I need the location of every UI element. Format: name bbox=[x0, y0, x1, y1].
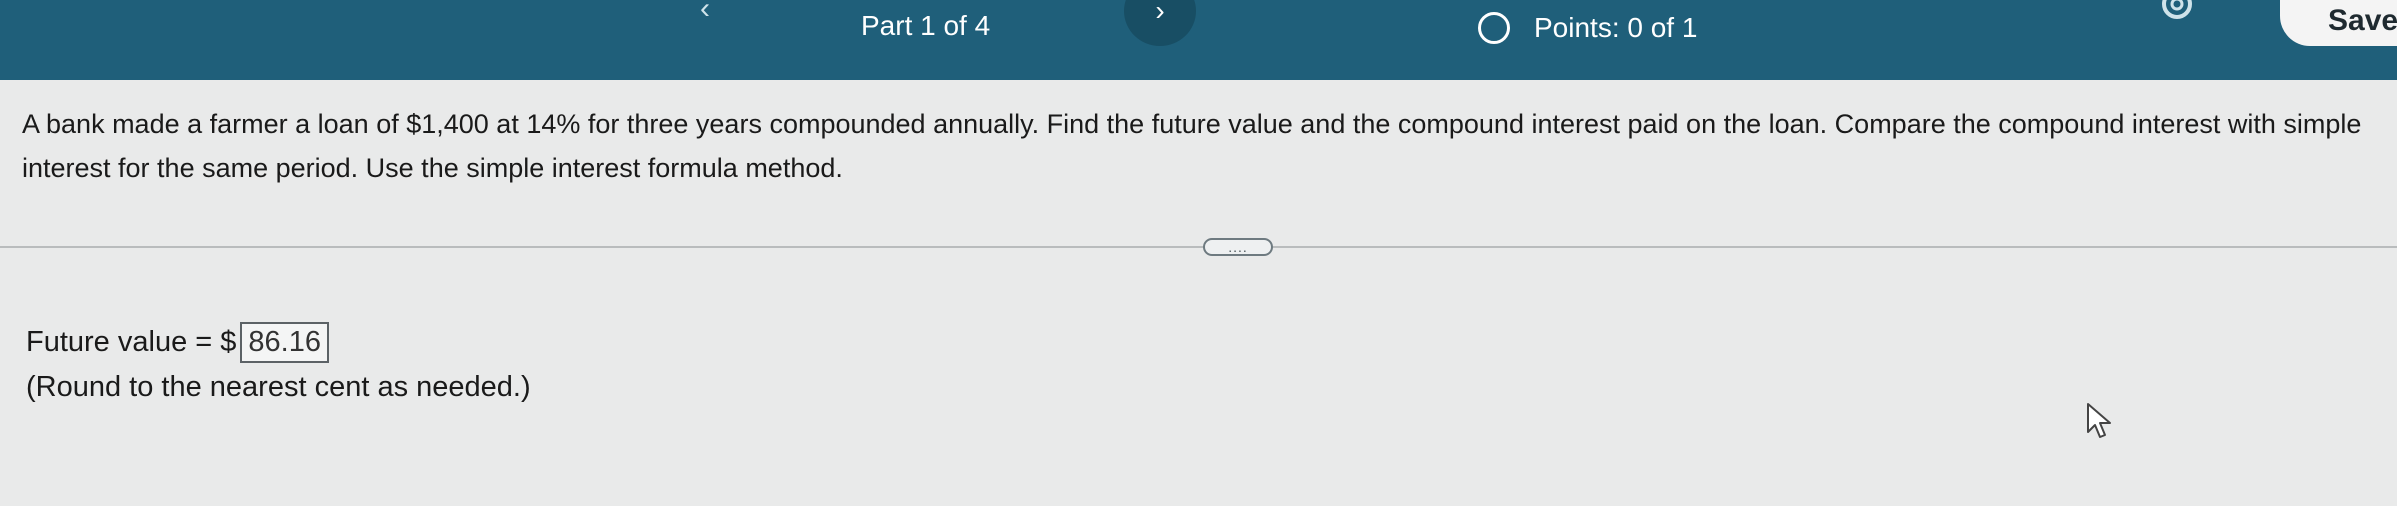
question-text: A bank made a farmer a loan of $1,400 at… bbox=[22, 109, 2362, 183]
expand-more-button[interactable]: .... bbox=[1203, 238, 1273, 256]
save-button[interactable]: Save bbox=[2280, 0, 2397, 46]
next-part-button[interactable]: › bbox=[1124, 0, 1196, 46]
chevron-right-icon: › bbox=[1155, 0, 1165, 26]
chevron-left-icon[interactable]: ‹ bbox=[700, 0, 710, 26]
future-value-input[interactable]: 86.16 bbox=[240, 322, 329, 363]
points-label: Points: 0 of 1 bbox=[1534, 12, 1698, 43]
points-status: Points: 0 of 1 bbox=[1478, 10, 1697, 46]
future-value-label: Future value = $ bbox=[26, 326, 237, 358]
gear-icon[interactable] bbox=[2155, 0, 2199, 26]
future-value-row: Future value = $ 86.16 bbox=[26, 322, 329, 363]
part-indicator: Part 1 of 4 bbox=[861, 10, 991, 41]
section-divider bbox=[0, 246, 2397, 248]
rounding-hint: (Round to the nearest cent as needed.) bbox=[26, 371, 531, 403]
incomplete-circle-icon bbox=[1478, 12, 1510, 44]
top-toolbar: ‹ Part 1 of 4 › Points: 0 of 1 Save bbox=[0, 0, 2397, 80]
mouse-pointer-icon bbox=[2087, 403, 2111, 438]
